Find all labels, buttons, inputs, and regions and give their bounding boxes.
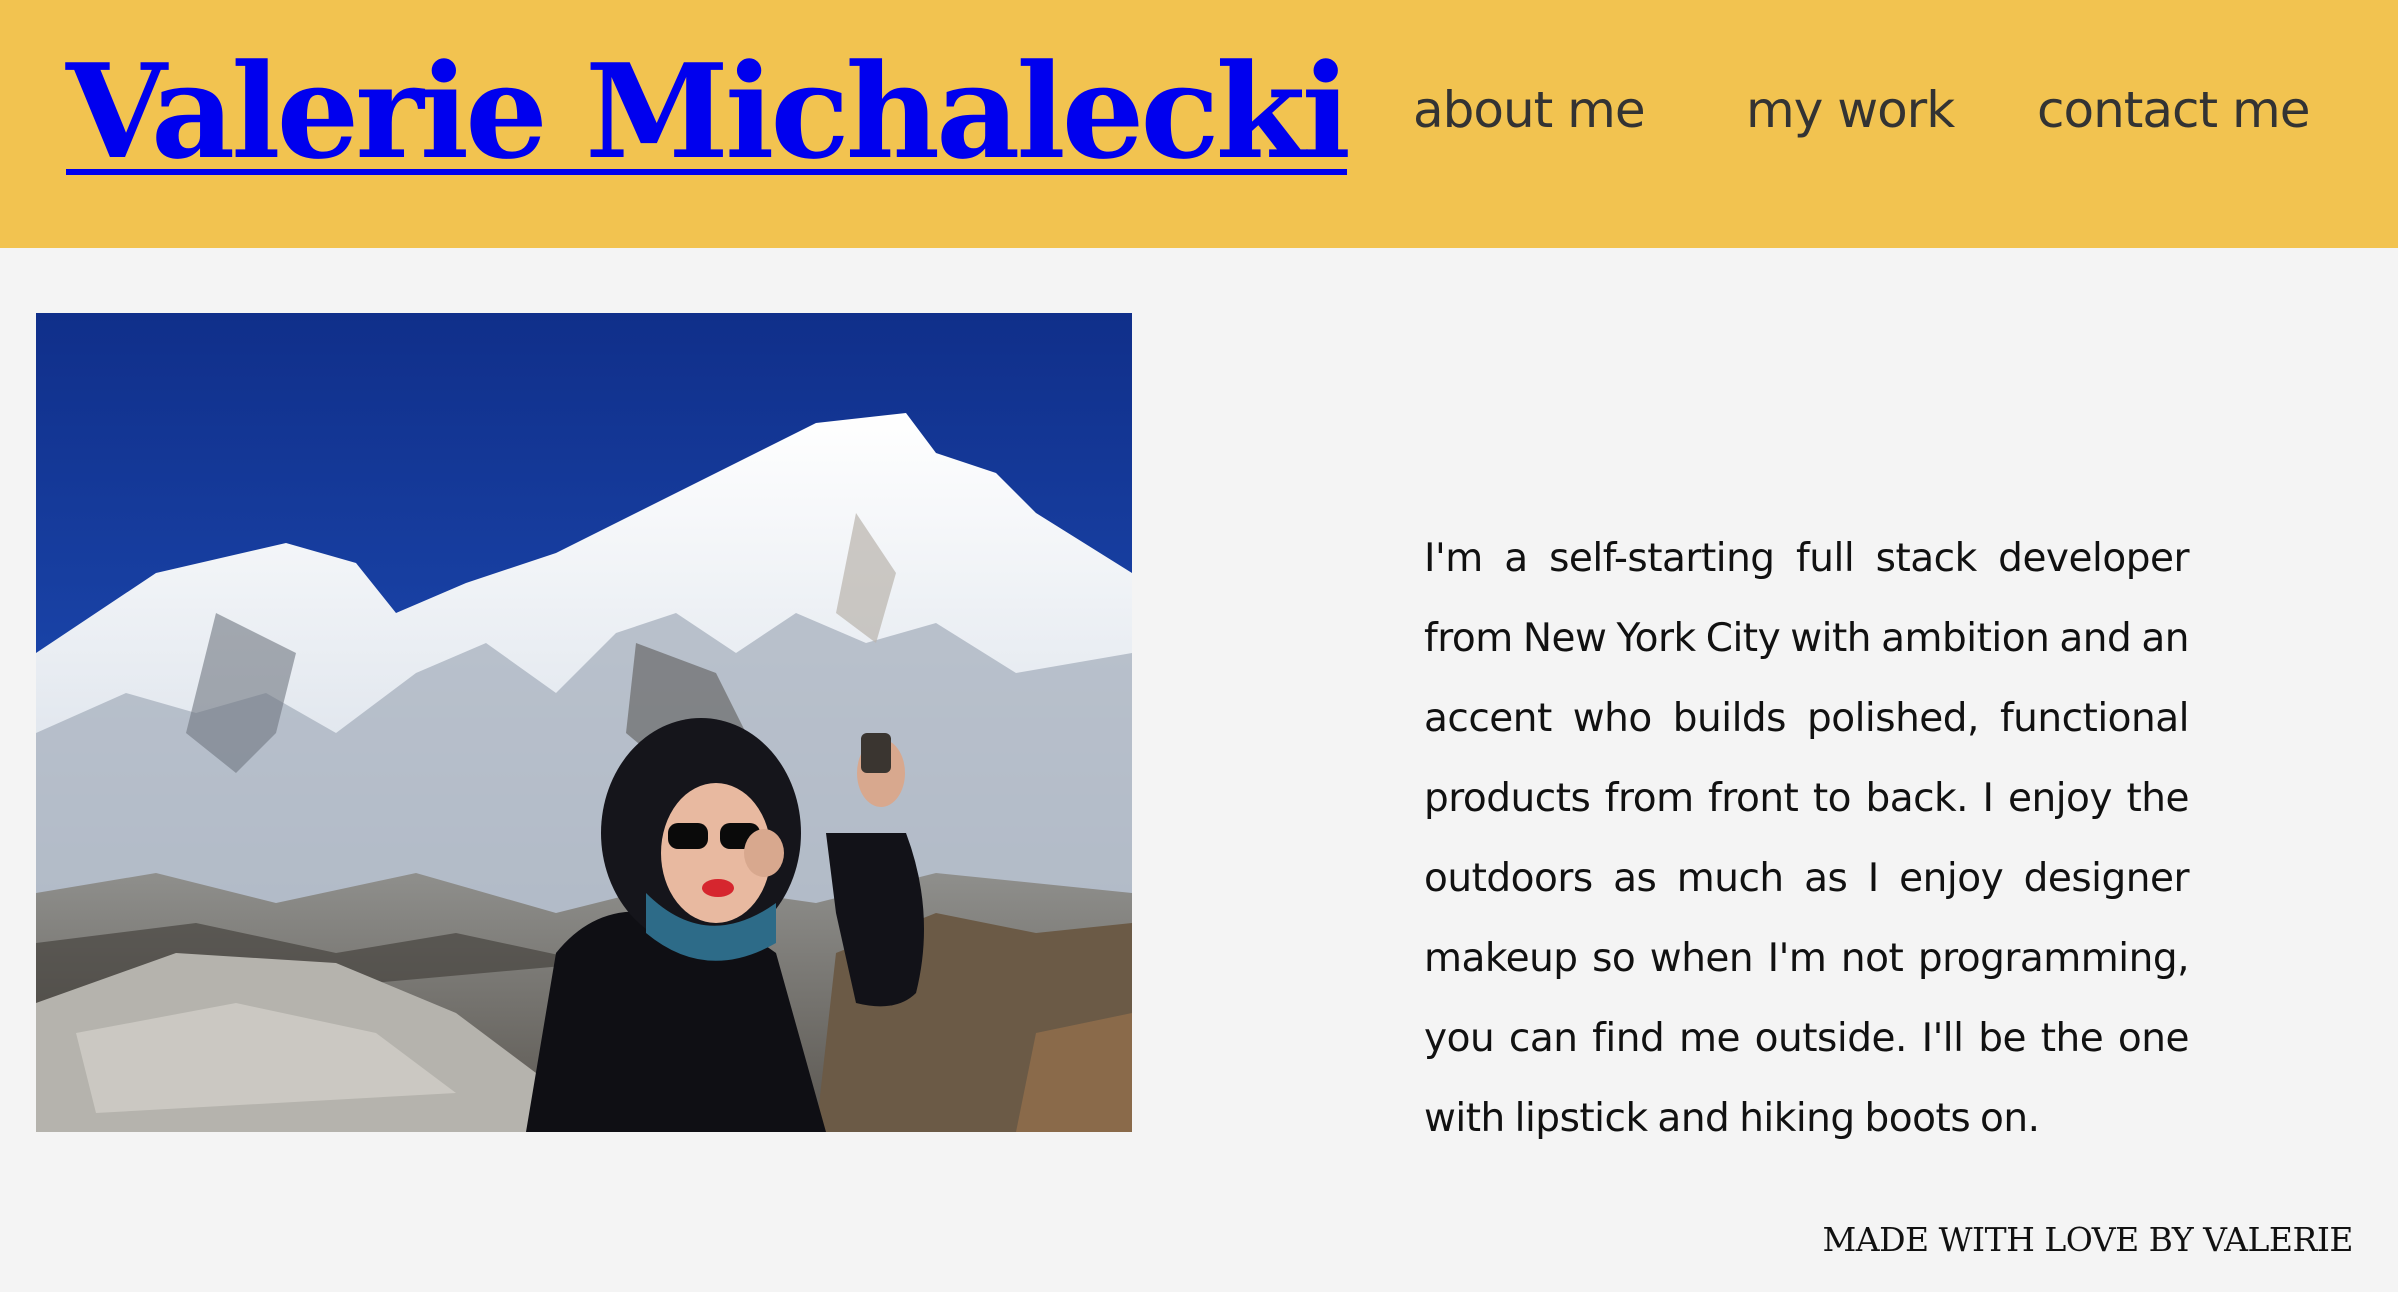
nav-my-work[interactable]: my work (1746, 78, 1955, 142)
footer-credit: MADE WITH LOVE BY VALERIE (1822, 1220, 2353, 1259)
site-title-link[interactable]: Valerie Michalecki (66, 32, 1351, 192)
bio-paragraph: I'm a self-starting full stack developer… (1424, 536, 2190, 1141)
nav-about-me[interactable]: about me (1413, 78, 1646, 142)
profile-photo (36, 313, 1132, 1132)
nav-contact-me[interactable]: contact me (2037, 78, 2310, 142)
site-header: Valerie Michalecki about me my work cont… (0, 0, 2398, 248)
